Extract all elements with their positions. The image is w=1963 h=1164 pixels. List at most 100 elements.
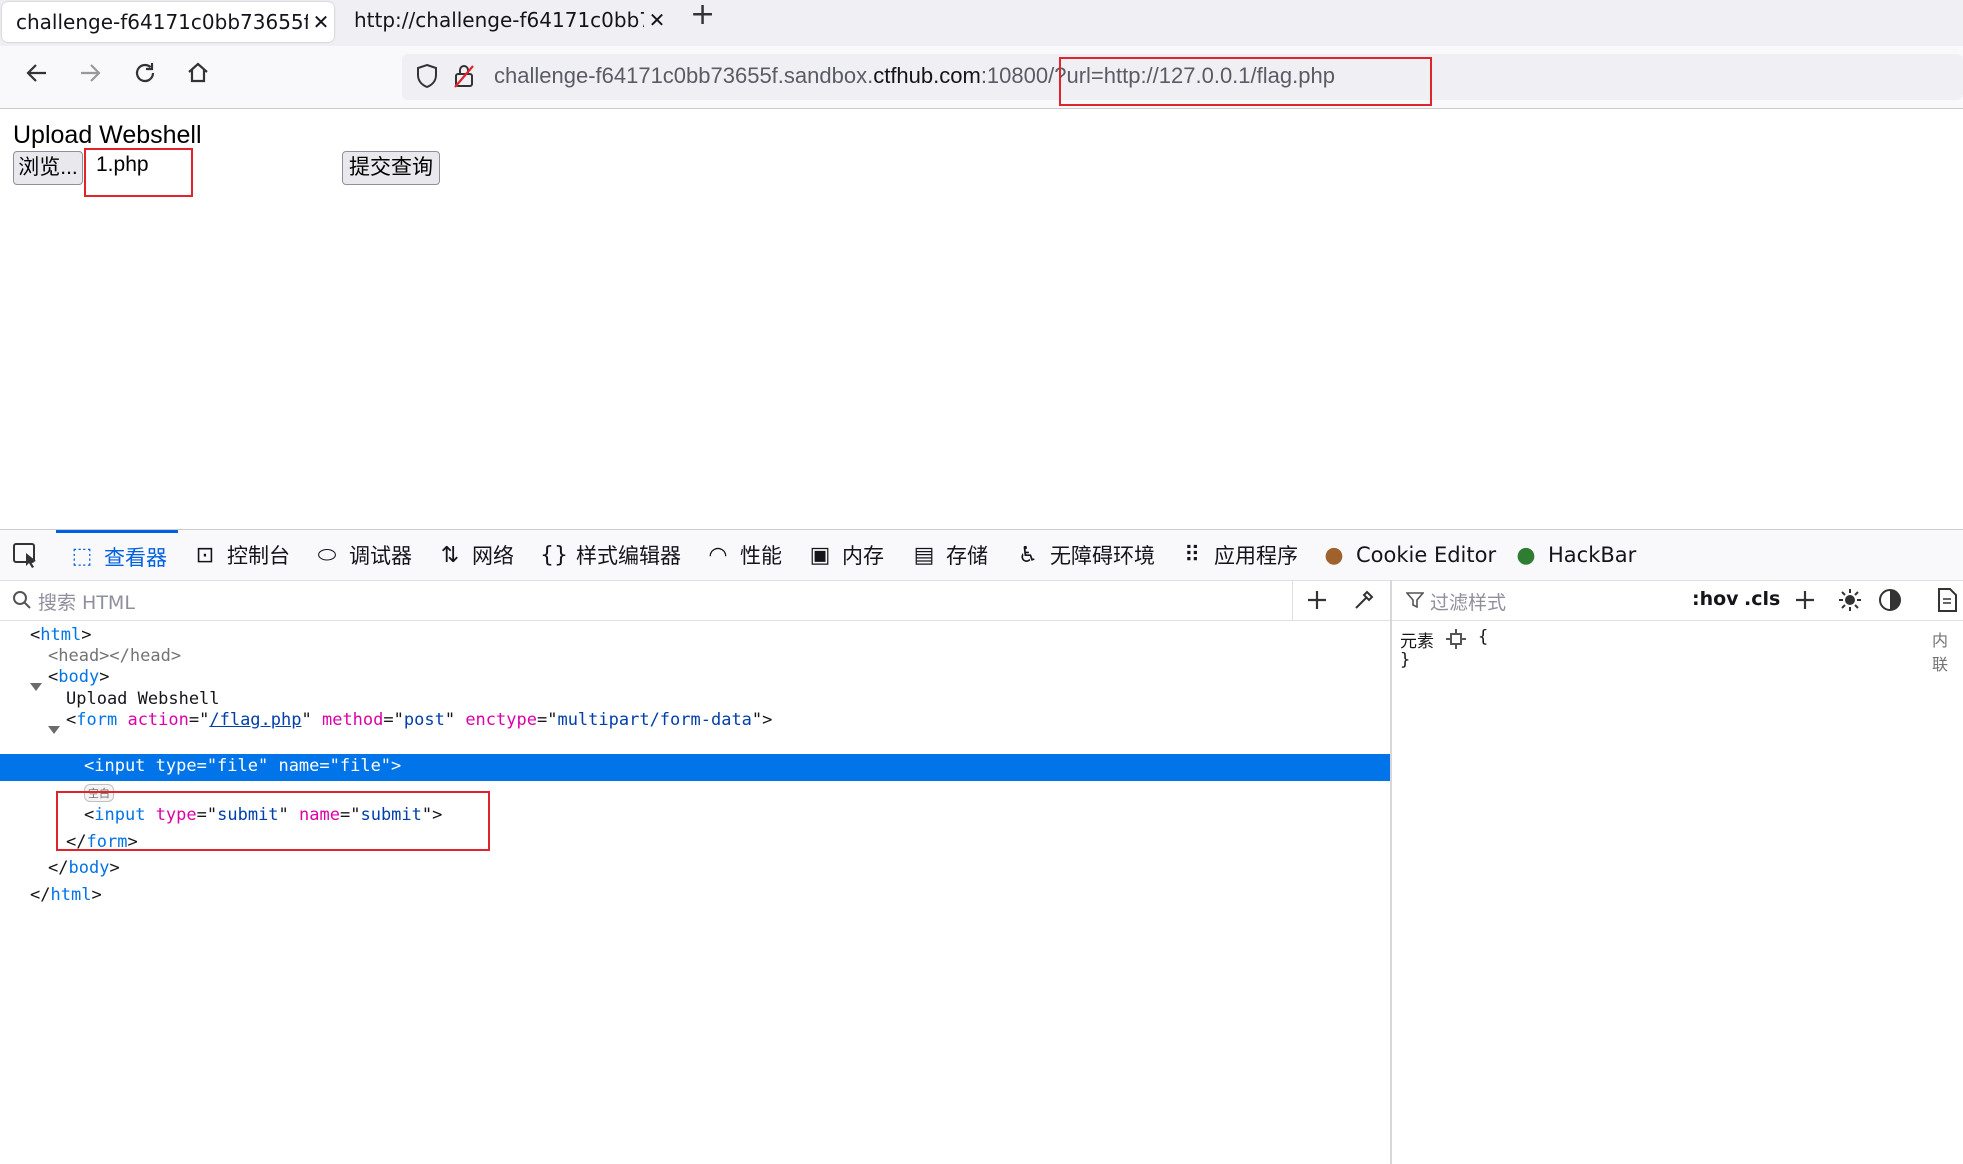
performance-icon: ◠: [708, 542, 728, 568]
light-scheme-icon[interactable]: [1838, 588, 1862, 612]
filter-icon: [1406, 592, 1424, 609]
attr-value: post: [403, 710, 445, 730]
tab-storage[interactable]: ▤ 存储: [910, 530, 988, 580]
tag-name: html: [40, 625, 82, 645]
attr-name: method: [321, 710, 384, 730]
highlight-file-name: [84, 148, 193, 197]
filter-styles-input[interactable]: 过滤样式: [1430, 588, 1506, 615]
hackbar-icon: ●: [1516, 542, 1536, 568]
tab-debugger[interactable]: ⬭ 调试器: [313, 530, 412, 580]
tab-label: 应用程序: [1214, 544, 1298, 568]
print-media-icon[interactable]: [1936, 588, 1958, 612]
classes-toggle[interactable]: .cls: [1744, 588, 1780, 610]
storage-icon: ▤: [913, 542, 935, 568]
memory-icon: ▣: [809, 542, 831, 568]
tab-title: http://challenge-f64171c0bb736: [354, 8, 644, 32]
tab-inspector[interactable]: ⬚ 查看器: [56, 530, 178, 580]
divider: [1292, 580, 1293, 620]
html-search-row: 搜索 HTML: [0, 580, 1390, 621]
node-html-close[interactable]: </html>: [30, 885, 102, 905]
attr-name: enctype: [465, 710, 537, 730]
close-tab-icon[interactable]: ✕: [308, 10, 334, 34]
tab-label: 内存: [842, 544, 884, 568]
tab-title: challenge-f64171c0bb73655f.san: [16, 10, 308, 34]
tab-label: 调试器: [349, 544, 412, 568]
network-icon: ⇅: [440, 542, 460, 568]
node-body-close[interactable]: </body>: [48, 858, 120, 878]
tag-name: html: [50, 885, 92, 905]
tag-name: body: [58, 667, 100, 687]
html-search-input[interactable]: 搜索 HTML: [38, 588, 135, 615]
reload-icon: [135, 63, 155, 83]
expand-form-icon[interactable]: [48, 726, 60, 734]
node-target-icon[interactable]: [1446, 629, 1466, 649]
forward-arrow-icon: [81, 64, 101, 82]
rules-filter-row: 过滤样式 :hov .cls: [1392, 580, 1963, 621]
node-input-file[interactable]: <input type="file" name="file">: [84, 756, 401, 776]
eyedropper-icon[interactable]: [1352, 588, 1376, 612]
tab-accessibility[interactable]: ♿ 无障碍环境: [1014, 530, 1155, 580]
rule-element-label: 元素: [1400, 632, 1434, 652]
tab-network[interactable]: ⇅ 网络: [436, 530, 514, 580]
add-node-icon[interactable]: [1306, 589, 1328, 611]
node-form[interactable]: <form action="/flag.php" method="post" e…: [66, 710, 772, 730]
expand-body-icon[interactable]: [30, 683, 42, 691]
tab-label: Cookie Editor: [1356, 543, 1497, 567]
page-content: Upload Webshell 浏览... 1.php 提交查询: [0, 109, 1963, 529]
tab-performance[interactable]: ◠ 性能: [704, 530, 782, 580]
tab-label: 网络: [472, 544, 514, 568]
new-tab-button[interactable]: +: [690, 0, 715, 34]
tab-hackbar[interactable]: ● HackBar: [1512, 530, 1636, 580]
node-text-upload-webshell[interactable]: Upload Webshell: [66, 689, 220, 709]
tab-label: HackBar: [1548, 543, 1637, 567]
tab-challenge[interactable]: challenge-f64171c0bb73655f.san ✕: [2, 2, 334, 42]
rule-source-inline: 内联: [1932, 631, 1949, 674]
cookie-icon: ●: [1324, 542, 1344, 568]
rule-open-brace: {: [1478, 627, 1489, 647]
hover-states-toggle[interactable]: :hov: [1692, 588, 1739, 610]
tab-label: 无障碍环境: [1050, 544, 1155, 568]
debugger-icon: ⬭: [317, 542, 337, 568]
tab-console[interactable]: ⊡ 控制台: [191, 530, 290, 580]
console-icon: ⊡: [195, 542, 215, 568]
element-picker-icon: [13, 543, 36, 568]
add-rule-icon[interactable]: [1794, 589, 1816, 611]
url-domain-prefix: challenge-f64171c0bb73655f.sandbox.: [494, 63, 874, 88]
back-button[interactable]: [20, 60, 54, 94]
browse-button[interactable]: 浏览...: [13, 151, 83, 185]
highlight-submit-node: [56, 791, 490, 851]
forward-button[interactable]: [73, 60, 107, 94]
devtools-toolbar: ⬚ 查看器 ⊡ 控制台 ⬭ 调试器 ⇅ 网络 {} 样式编辑器 ◠ 性能 ▣ 内存 ▤ 存储 ♿…: [0, 530, 1963, 581]
accessibility-icon: ♿: [1018, 542, 1038, 568]
insecure-lock-icon[interactable]: [452, 62, 476, 94]
submit-button[interactable]: 提交查询: [342, 151, 440, 185]
node-html[interactable]: <html>: [30, 625, 91, 645]
navigation-bar: challenge-f64171c0bb73655f.sandbox.ctfhu…: [0, 46, 1963, 109]
reload-button[interactable]: [128, 60, 162, 94]
tab-label: 控制台: [227, 544, 290, 568]
close-tab-icon[interactable]: ✕: [644, 8, 670, 32]
back-arrow-icon: [26, 64, 46, 82]
tab-label: 样式编辑器: [576, 544, 681, 568]
tab-http-challenge[interactable]: http://challenge-f64171c0bb736 ✕: [340, 0, 670, 40]
tab-label: 存储: [946, 544, 988, 568]
tab-memory[interactable]: ▣ 内存: [806, 530, 884, 580]
dark-scheme-icon[interactable]: [1878, 588, 1902, 612]
home-button[interactable]: [181, 60, 215, 94]
rule-close-brace: }: [1400, 650, 1411, 670]
tracking-shield-icon[interactable]: [414, 62, 440, 94]
panel-splitter[interactable]: [1390, 580, 1392, 1164]
tab-label: 查看器: [104, 545, 167, 570]
tab-style-editor[interactable]: {} 样式编辑器: [540, 530, 681, 580]
style-editor-icon: {}: [540, 542, 568, 568]
tab-cookie-editor[interactable]: ● Cookie Editor: [1320, 530, 1496, 580]
attr-name: action: [127, 710, 189, 730]
node-body[interactable]: <body>: [48, 667, 109, 687]
application-icon: ⠿: [1183, 542, 1201, 568]
node-head[interactable]: <head></head>: [48, 646, 181, 666]
highlight-url-query: [1059, 57, 1432, 106]
inspector-icon: ⬚: [71, 544, 93, 569]
attr-link[interactable]: /flag.php: [209, 710, 301, 730]
element-picker-button[interactable]: [12, 530, 42, 580]
tab-application[interactable]: ⠿ 应用程序: [1178, 530, 1298, 580]
